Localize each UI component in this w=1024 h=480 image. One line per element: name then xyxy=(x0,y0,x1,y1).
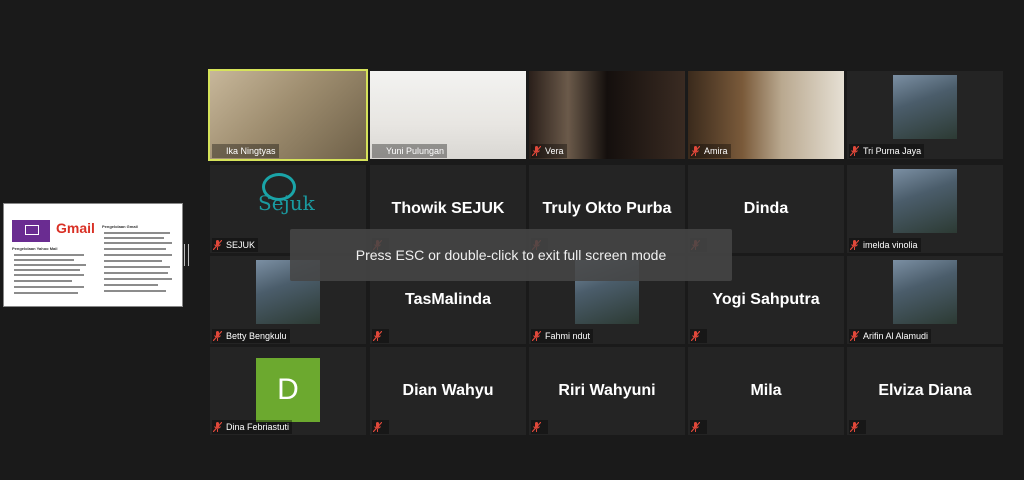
mic-muted-icon xyxy=(850,422,859,432)
mic-muted-icon xyxy=(691,146,700,156)
mic-muted-icon xyxy=(691,331,700,341)
participant-name-display: Elviza Diana xyxy=(878,382,972,399)
participant-name-display: Dian Wahyu xyxy=(402,382,494,399)
participant-name: Tri Purna Jaya xyxy=(863,146,922,156)
sejuk-logo-text: Sejuk xyxy=(258,191,315,215)
participant-name: Amira xyxy=(704,146,728,156)
participant-name-display: Riri Wahyuni xyxy=(558,382,656,399)
participant-label xyxy=(849,420,866,434)
mic-muted-icon xyxy=(532,146,541,156)
participant-photo xyxy=(893,169,957,233)
participant-name: imelda vinolia xyxy=(863,240,918,250)
participant-label: Vera xyxy=(531,144,567,158)
yahoo-section-title: Pengelolaan Yahoo Mail xyxy=(12,246,58,251)
mic-muted-icon xyxy=(691,422,700,432)
participant-name: Dina Febriastuti xyxy=(226,422,290,432)
mic-muted-icon xyxy=(850,331,859,341)
participant-label xyxy=(531,420,548,434)
participant-name: Yuni Pulungan xyxy=(386,146,445,156)
mic-icon xyxy=(213,146,222,156)
participant-name-display: Yogi Sahputra xyxy=(712,291,820,308)
participant-label xyxy=(690,420,707,434)
panel-resize-handle[interactable] xyxy=(184,244,189,266)
participant-tile[interactable]: Amira xyxy=(688,71,844,159)
participant-label: Amira xyxy=(690,144,731,158)
participant-label: imelda vinolia xyxy=(849,238,921,252)
gmail-section-title: Pengelolaan Gmail xyxy=(102,224,138,229)
participant-name-display: Thowik SEJUK xyxy=(391,200,505,217)
participant-label xyxy=(372,329,389,343)
participant-label: Betty Bengkulu xyxy=(212,329,290,343)
participant-tile[interactable]: Dian Wahyu xyxy=(370,347,526,435)
participant-label: Tri Purna Jaya xyxy=(849,144,925,158)
participant-photo xyxy=(893,260,957,324)
gmail-logo: Gmail xyxy=(56,220,95,236)
participant-tile[interactable]: imelda vinolia xyxy=(847,165,1003,253)
participant-tile[interactable]: Ika Ningtyas xyxy=(208,69,368,161)
participant-tile[interactable]: Mila xyxy=(688,347,844,435)
participant-name: Ika Ningtyas xyxy=(226,146,276,156)
participant-tile[interactable]: Elviza Diana xyxy=(847,347,1003,435)
participant-label: Yuni Pulungan xyxy=(372,144,448,158)
participant-label: Ika Ningtyas xyxy=(212,144,279,158)
participant-label: Fahmi ndut xyxy=(531,329,594,343)
participant-name: Betty Bengkulu xyxy=(226,331,287,341)
participant-label: Arifin Al Alamudi xyxy=(849,329,932,343)
participant-label xyxy=(372,420,389,434)
participant-name-display: TasMalinda xyxy=(405,291,491,308)
participant-tile[interactable]: Tri Purna Jaya xyxy=(847,71,1003,159)
participant-name: SEJUK xyxy=(226,240,256,250)
participant-tile[interactable]: Vera xyxy=(529,71,685,159)
mic-muted-icon xyxy=(373,331,382,341)
mic-muted-icon xyxy=(532,422,541,432)
participant-name-display: Dinda xyxy=(743,200,789,217)
participant-name: Arifin Al Alamudi xyxy=(863,331,929,341)
mic-muted-icon xyxy=(213,240,222,250)
participant-label xyxy=(690,329,707,343)
mic-muted-icon xyxy=(850,146,859,156)
participant-name: Fahmi ndut xyxy=(545,331,591,341)
shared-screen-thumbnail[interactable]: Gmail Pengelolaan Yahoo Mail Pengelolaan… xyxy=(3,203,183,307)
participant-photo xyxy=(893,75,957,139)
mic-muted-icon xyxy=(213,331,222,341)
participant-label: Dina Febriastuti xyxy=(212,420,293,434)
participant-tile[interactable]: Arifin Al Alamudi xyxy=(847,256,1003,344)
participant-tile[interactable]: Yuni Pulungan xyxy=(370,71,526,159)
mic-muted-icon xyxy=(532,331,541,341)
mic-muted-icon xyxy=(373,422,382,432)
participant-avatar: D xyxy=(256,358,320,422)
participant-name-display: Mila xyxy=(750,382,782,399)
participant-tile[interactable]: D Dina Febriastuti xyxy=(210,347,366,435)
mic-muted-icon xyxy=(850,240,859,250)
participant-name: Vera xyxy=(545,146,564,156)
participant-name-display: Truly Okto Purba xyxy=(542,200,672,217)
yahoo-mail-logo xyxy=(12,220,50,242)
participant-label: SEJUK xyxy=(212,238,259,252)
participant-tile[interactable]: Riri Wahyuni xyxy=(529,347,685,435)
mic-icon xyxy=(373,146,382,156)
fullscreen-exit-toast: Press ESC or double-click to exit full s… xyxy=(290,229,732,281)
mic-muted-icon xyxy=(213,422,222,432)
